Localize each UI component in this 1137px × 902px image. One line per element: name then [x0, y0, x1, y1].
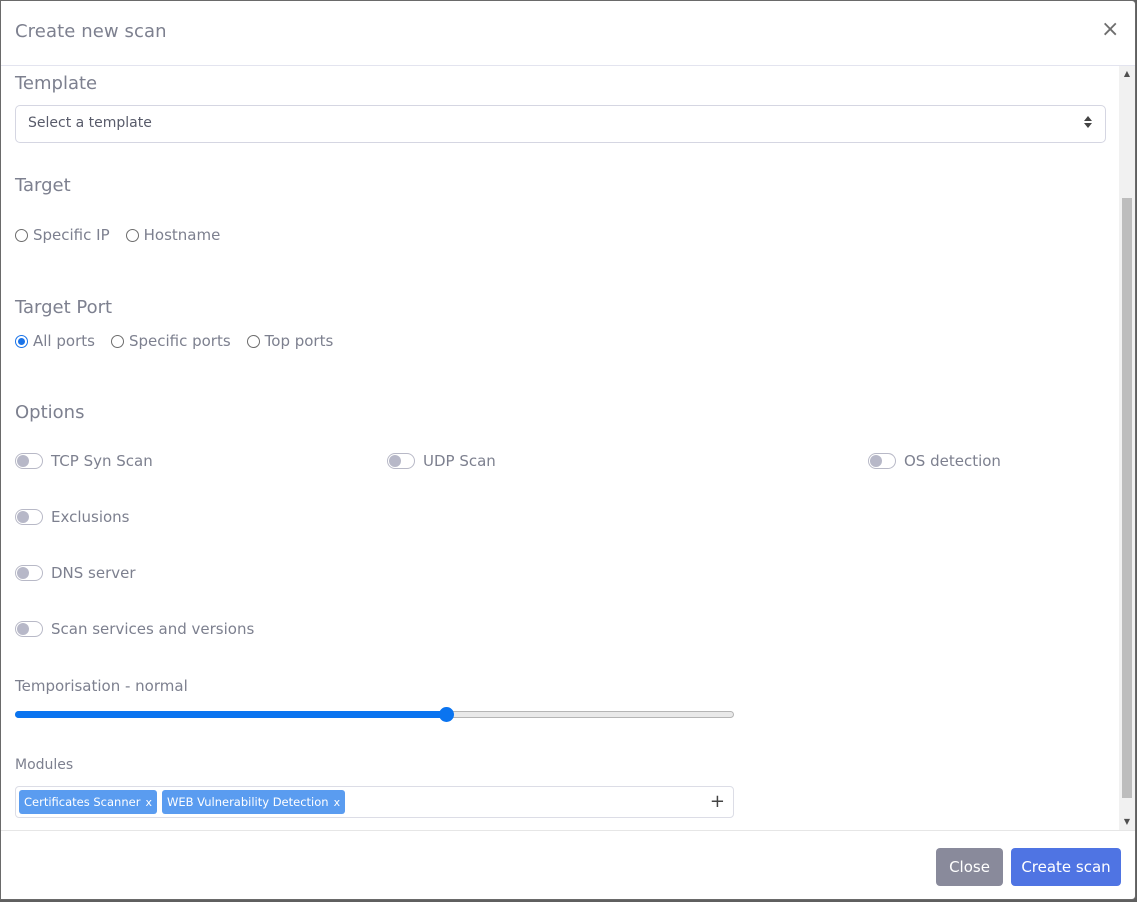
target-port-radio-group: All ports Specific ports Top ports [15, 332, 349, 350]
options-section-title: Options [15, 402, 85, 423]
modal-header: Create new scan × [1, 1, 1135, 66]
modules-label: Modules [15, 757, 74, 773]
toggle-os-detection[interactable]: OS detection [868, 452, 1001, 470]
scroll-up-arrow-icon[interactable]: ▲ [1119, 66, 1135, 82]
radio-all-ports-input[interactable] [15, 334, 28, 348]
remove-tag-icon[interactable]: x [145, 796, 152, 809]
module-tag: Certificates Scanner x [19, 790, 157, 814]
create-scan-button[interactable]: Create scan [1011, 848, 1121, 886]
template-section-title: Template [15, 73, 98, 94]
radio-specific-ports[interactable]: Specific ports [110, 332, 231, 350]
toggle-udp-scan[interactable]: UDP Scan [387, 452, 496, 470]
slider-fill [15, 711, 446, 718]
toggle-scan-services[interactable]: Scan services and versions [15, 620, 254, 638]
toggle-dns-server[interactable]: DNS server [15, 564, 136, 582]
target-port-section-title: Target Port [15, 297, 113, 318]
add-module-icon[interactable]: + [710, 791, 725, 813]
select-arrows-icon [1083, 116, 1093, 130]
remove-tag-icon[interactable]: x [334, 796, 341, 809]
dns-server-switch[interactable] [15, 565, 43, 581]
body-scrollbar[interactable]: ▲ ▼ [1119, 66, 1135, 830]
exclusions-switch[interactable] [15, 509, 43, 525]
radio-hostname-input[interactable] [125, 228, 139, 242]
module-tag-label: Certificates Scanner [24, 795, 141, 809]
module-tag-label: WEB Vulnerability Detection [166, 795, 329, 809]
radio-specific-ip-label: Specific IP [33, 226, 110, 244]
target-section-title: Target [15, 175, 71, 196]
close-icon[interactable]: × [1101, 19, 1119, 41]
module-tag: WEB Vulnerability Detection x [161, 790, 346, 814]
create-scan-modal: Create new scan × Template Select a temp… [0, 0, 1136, 900]
radio-specific-ip[interactable]: Specific IP [15, 226, 110, 244]
template-select[interactable]: Select a template [15, 105, 1106, 143]
template-select-value: Select a template [28, 115, 152, 131]
os-detection-label: OS detection [904, 452, 1001, 470]
radio-all-ports-label: All ports [33, 332, 95, 350]
radio-all-ports[interactable]: All ports [15, 332, 95, 350]
exclusions-label: Exclusions [51, 508, 130, 526]
modules-tags-input[interactable]: Certificates Scanner x WEB Vulnerability… [15, 786, 734, 818]
temporisation-label: Temporisation - normal [15, 677, 188, 695]
modal-title: Create new scan [15, 21, 167, 42]
close-button[interactable]: Close [936, 848, 1003, 886]
scan-services-label: Scan services and versions [51, 620, 255, 638]
tcp-syn-scan-switch[interactable] [15, 453, 43, 469]
target-radio-group: Specific IP Hostname [15, 226, 236, 244]
scan-services-switch[interactable] [15, 621, 43, 637]
modal-footer: Close Create scan [1, 830, 1135, 899]
radio-hostname-label: Hostname [143, 226, 221, 244]
radio-hostname[interactable]: Hostname [125, 226, 221, 244]
scroll-thumb[interactable] [1122, 198, 1132, 798]
radio-specific-ports-label: Specific ports [128, 332, 231, 350]
toggle-tcp-syn-scan[interactable]: TCP Syn Scan [15, 452, 153, 470]
scroll-down-arrow-icon[interactable]: ▼ [1119, 814, 1135, 830]
tcp-syn-scan-label: TCP Syn Scan [51, 452, 153, 470]
temporisation-slider[interactable] [15, 707, 734, 722]
toggle-exclusions[interactable]: Exclusions [15, 508, 130, 526]
radio-specific-ports-input[interactable] [110, 334, 124, 348]
udp-scan-label: UDP Scan [423, 452, 496, 470]
radio-specific-ip-input[interactable] [15, 228, 28, 242]
radio-top-ports[interactable]: Top ports [246, 332, 334, 350]
radio-top-ports-label: Top ports [264, 332, 334, 350]
udp-scan-switch[interactable] [387, 453, 415, 469]
radio-top-ports-input[interactable] [246, 334, 260, 348]
slider-thumb[interactable] [439, 707, 454, 722]
modal-body: Template Select a template Target Specif… [1, 66, 1135, 830]
dns-server-label: DNS server [51, 564, 136, 582]
os-detection-switch[interactable] [868, 453, 896, 469]
